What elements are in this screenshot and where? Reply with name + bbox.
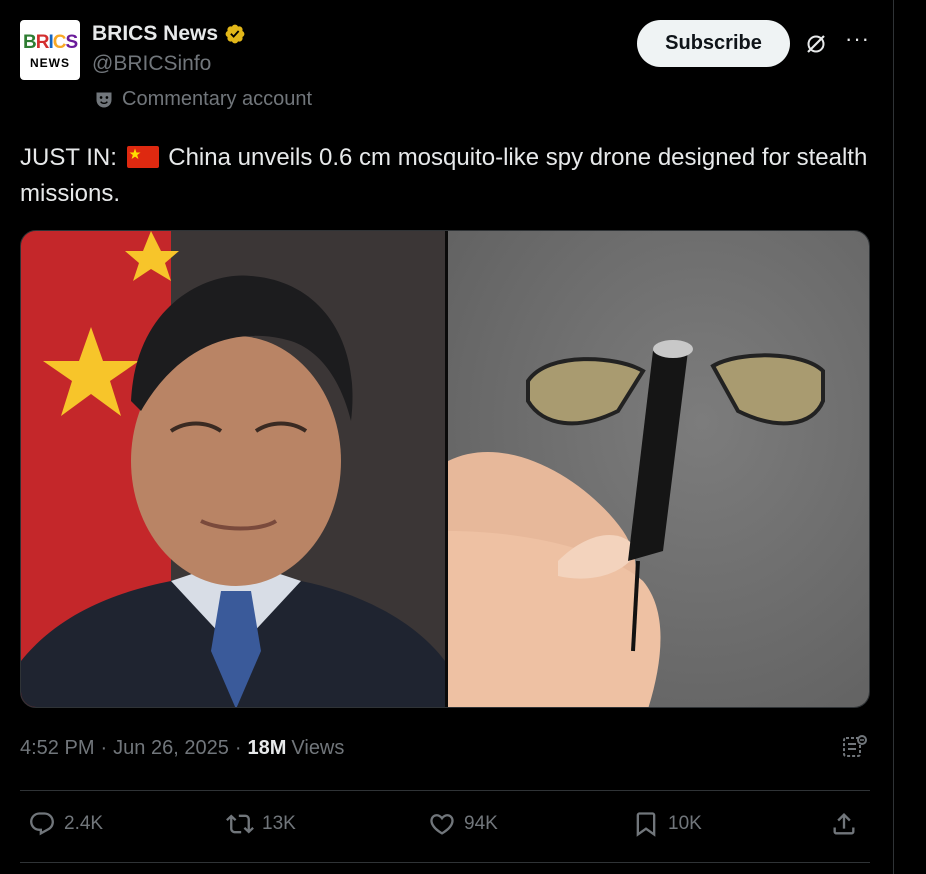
media-photo-left[interactable] [21, 231, 445, 707]
repost-action[interactable]: 13K [226, 810, 296, 838]
views-count: 18M [247, 737, 287, 759]
repost-count: 13K [262, 813, 296, 834]
grok-icon[interactable] [804, 32, 828, 56]
meta-separator: · [100, 737, 108, 759]
theater-mask-icon [96, 92, 112, 107]
reply-action[interactable]: 2.4K [28, 810, 103, 838]
display-name[interactable]: BRICS News [92, 22, 218, 46]
tweet-media[interactable] [20, 230, 870, 708]
tweet-date[interactable]: Jun 26, 2025 [113, 737, 229, 760]
media-photo-right[interactable] [448, 231, 869, 707]
verified-badge-icon[interactable] [224, 23, 246, 45]
commentary-label: Commentary account [94, 88, 312, 111]
avatar[interactable]: BRICS NEWS [20, 20, 80, 80]
portrait-illustration [21, 231, 445, 707]
bookmark-count: 10K [668, 813, 702, 834]
tweet-text-prefix: JUST IN: [20, 144, 117, 171]
share-action[interactable] [830, 810, 858, 838]
reply-icon [30, 812, 54, 836]
repost-icon [226, 814, 254, 834]
heart-icon [430, 814, 454, 835]
bookmark-action[interactable]: 10K [632, 810, 702, 838]
like-action[interactable]: 94K [428, 810, 498, 838]
tweet-header: BRICS NEWS BRICS News @BRICSinfo Comment… [20, 20, 875, 120]
views-label: Views [291, 737, 345, 759]
tweet-actions: 2.4K 13K 94K 10K [20, 792, 870, 860]
reply-count: 2.4K [64, 813, 104, 834]
divider [20, 862, 870, 863]
tweet-time[interactable]: 4:52 PM [20, 737, 94, 760]
tweet-meta: 4:52 PM · Jun 26, 2025 · 18M Views [20, 737, 344, 760]
account-handle[interactable]: @BRICSinfo [92, 52, 211, 76]
meta-separator: · [234, 737, 242, 759]
commentary-label-text: Commentary account [122, 88, 313, 110]
like-count: 94K [464, 813, 498, 834]
name-row: BRICS News [92, 22, 246, 46]
share-icon [833, 813, 855, 835]
subscribe-button[interactable]: Subscribe [637, 20, 790, 67]
avatar-logo-text: BRICS [23, 32, 78, 53]
bookmark-icon [636, 812, 656, 837]
divider [20, 790, 870, 791]
avatar-logo-subtext: NEWS [30, 56, 70, 70]
china-flag-icon [126, 146, 159, 168]
community-notes-icon[interactable] [842, 734, 868, 760]
column-border [893, 0, 894, 874]
drone-illustration [448, 340, 825, 707]
tweet-text: JUST IN: China unveils 0.6 cm mosquito-l… [20, 140, 880, 212]
more-options-icon[interactable]: ··· [845, 28, 869, 56]
